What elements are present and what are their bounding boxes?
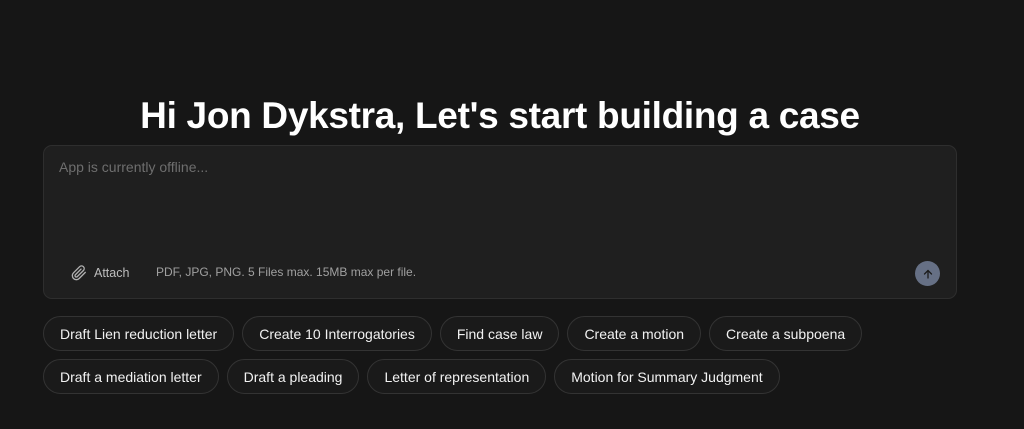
prompt-input[interactable] bbox=[59, 159, 919, 239]
prompt-composer: Attach PDF, JPG, PNG. 5 Files max. 15MB … bbox=[43, 145, 957, 299]
paperclip-icon bbox=[71, 265, 87, 281]
suggestion-chip-find-case-law[interactable]: Find case law bbox=[439, 316, 560, 351]
attach-button[interactable]: Attach bbox=[71, 263, 129, 283]
send-button[interactable] bbox=[915, 261, 940, 286]
suggestion-chip-draft-lien-reduction-letter[interactable]: Draft Lien reduction letter bbox=[43, 316, 235, 351]
suggestion-chip-create-a-subpoena[interactable]: Create a subpoena bbox=[709, 316, 863, 351]
suggestion-chip-motion-for-summary-judgment[interactable]: Motion for Summary Judgment bbox=[554, 359, 780, 394]
suggestion-chip-create-10-interrogatories[interactable]: Create 10 Interrogatories bbox=[242, 316, 432, 351]
suggestion-chip-create-a-motion[interactable]: Create a motion bbox=[567, 316, 702, 351]
suggestion-row-1: Draft Lien reduction letter Create 10 In… bbox=[43, 316, 863, 351]
suggestion-chip-draft-a-mediation-letter[interactable]: Draft a mediation letter bbox=[43, 359, 219, 394]
page-title: Hi Jon Dykstra, Let's start building a c… bbox=[140, 94, 860, 136]
arrow-up-icon bbox=[922, 268, 934, 280]
suggestion-chip-letter-of-representation[interactable]: Letter of representation bbox=[367, 359, 547, 394]
attach-label: Attach bbox=[94, 266, 130, 280]
suggestion-row-2: Draft a mediation letter Draft a pleadin… bbox=[43, 359, 780, 394]
file-limits-hint: PDF, JPG, PNG. 5 Files max. 15MB max per… bbox=[156, 265, 417, 279]
suggestion-chip-draft-a-pleading[interactable]: Draft a pleading bbox=[226, 359, 360, 394]
